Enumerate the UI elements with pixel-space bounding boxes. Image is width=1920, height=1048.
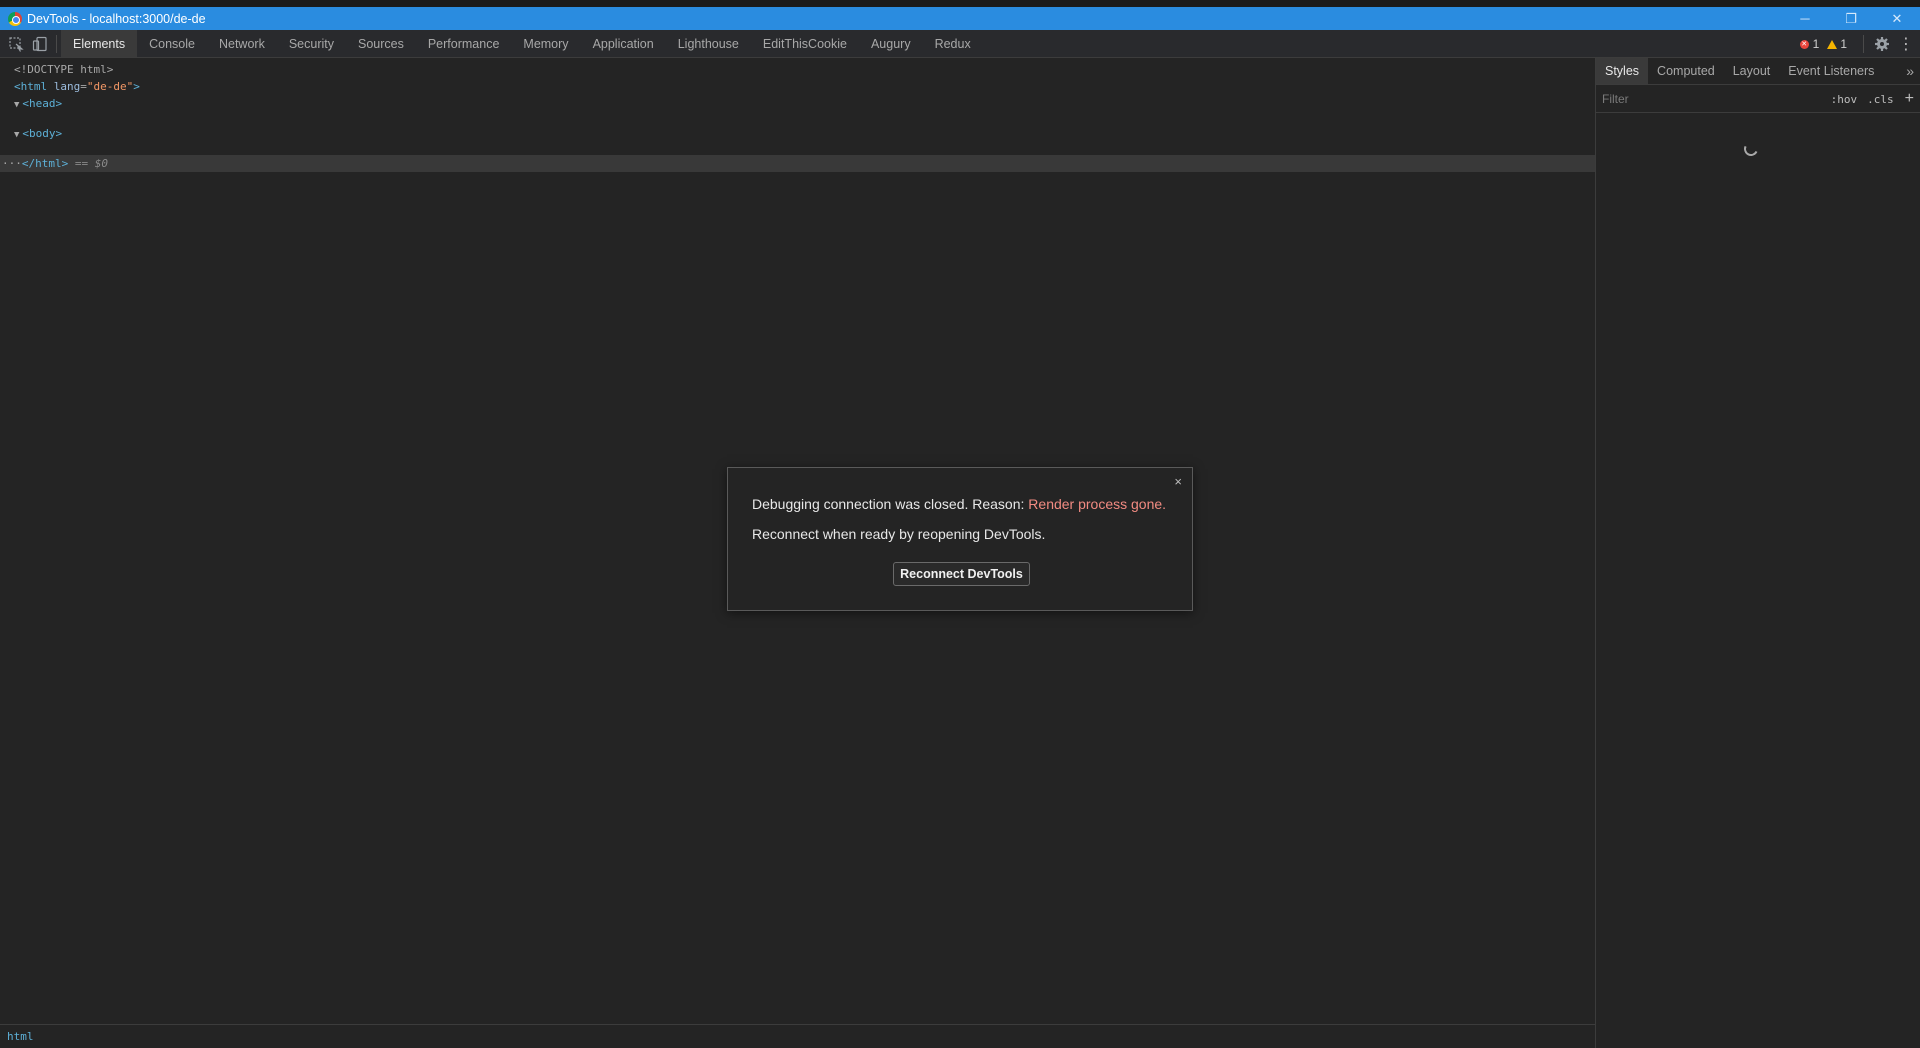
breadcrumb-html[interactable]: html xyxy=(7,1030,34,1043)
styles-filter-bar: :hov .cls + xyxy=(1596,85,1920,113)
more-options-icon[interactable]: ⋮ xyxy=(1894,32,1918,56)
error-count: 1 xyxy=(1812,37,1820,51)
tab-augury[interactable]: Augury xyxy=(859,30,923,57)
html-attr-value: "de-de" xyxy=(86,80,134,93)
toolbar-right: ✕ 1 1 ⋮ xyxy=(1799,30,1920,58)
warning-icon xyxy=(1827,39,1838,49)
inspect-element-icon[interactable] xyxy=(4,32,28,56)
restore-button[interactable]: ❐ xyxy=(1828,7,1874,30)
html-attr-equals: = xyxy=(80,80,87,93)
selected-node-row[interactable]: ···</html> == $0 xyxy=(0,155,1595,172)
device-toolbar-icon[interactable] xyxy=(28,32,52,56)
dialog-message-text: Debugging connection was closed. Reason: xyxy=(752,496,1029,512)
tab-memory[interactable]: Memory xyxy=(511,30,580,57)
tab-sources[interactable]: Sources xyxy=(346,30,416,57)
panel-tabs: Elements Console Network Security Sources Per… xyxy=(61,30,983,57)
top-strip xyxy=(0,0,1920,7)
hov-toggle[interactable]: :hov xyxy=(1826,93,1863,106)
tab-application[interactable]: Application xyxy=(581,30,666,57)
connection-closed-dialog: × Debugging connection was closed. Reaso… xyxy=(727,467,1193,611)
tab-elements[interactable]: Elements xyxy=(61,30,138,57)
new-style-rule-button[interactable]: + xyxy=(1899,90,1920,108)
tab-console[interactable]: Console xyxy=(137,30,207,57)
tab-redux[interactable]: Redux xyxy=(923,30,983,57)
styles-filter-input[interactable] xyxy=(1602,87,1802,110)
dialog-reason: Render process gone. xyxy=(1028,496,1167,512)
warning-count: 1 xyxy=(1840,37,1847,51)
tab-network[interactable]: Network xyxy=(207,30,277,57)
window-controls: ─ ❐ ✕ xyxy=(1782,7,1920,30)
filter-actions: :hov .cls + xyxy=(1826,85,1920,113)
dialog-close-icon[interactable]: × xyxy=(1174,474,1182,489)
body-tag: <body> xyxy=(22,127,63,140)
selected-marker: == $0 xyxy=(74,157,108,170)
reconnect-devtools-button[interactable]: Reconnect DevTools xyxy=(893,562,1030,586)
html-attr-name: lang xyxy=(53,80,81,93)
toolbar-separator-right xyxy=(1863,35,1864,53)
head-node[interactable]: ▼ <head> xyxy=(14,96,62,112)
title-bar: DevTools - localhost:3000/de-de ─ ❐ ✕ xyxy=(0,7,1920,30)
toolbar-separator xyxy=(56,34,57,53)
minimize-button[interactable]: ─ xyxy=(1782,7,1828,30)
sidebar-tab-computed[interactable]: Computed xyxy=(1648,58,1724,84)
sidebar-tabs: Styles Computed Layout Event Listeners » xyxy=(1596,58,1920,85)
issues-counter[interactable]: ✕ 1 1 xyxy=(1799,37,1847,51)
close-window-button[interactable]: ✕ xyxy=(1874,7,1920,30)
sidebar-tab-event-listeners[interactable]: Event Listeners xyxy=(1779,58,1883,84)
devtools-toolbar: Elements Console Network Security Sources Per… xyxy=(0,30,1920,58)
tab-security[interactable]: Security xyxy=(277,30,346,57)
sidebar-tab-layout[interactable]: Layout xyxy=(1724,58,1780,84)
tab-editthiscookie[interactable]: EditThisCookie xyxy=(751,30,859,57)
tab-performance[interactable]: Performance xyxy=(416,30,512,57)
settings-gear-icon[interactable] xyxy=(1870,32,1894,56)
body-node[interactable]: ▼ <body> xyxy=(14,126,62,142)
chrome-icon xyxy=(8,11,22,26)
dialog-message: Debugging connection was closed. Reason:… xyxy=(752,496,1166,512)
ellipsis-icon: ··· xyxy=(2,157,22,170)
html-node[interactable]: <html lang="de-de"> xyxy=(14,79,140,95)
expand-triangle-icon[interactable]: ▼ xyxy=(14,100,19,110)
sidebar-tab-styles[interactable]: Styles xyxy=(1596,58,1649,84)
html-open-tag: <html xyxy=(14,80,48,93)
doctype-node[interactable]: <!DOCTYPE html> xyxy=(14,62,113,78)
breadcrumb-bar: html xyxy=(0,1024,1595,1048)
expand-triangle-icon[interactable]: ▼ xyxy=(14,130,19,140)
html-close-bracket: > xyxy=(133,80,140,93)
error-icon: ✕ xyxy=(1799,39,1809,49)
window-title: DevTools - localhost:3000/de-de xyxy=(27,11,206,26)
sidebar-tab-list: Styles Computed Layout Event Listeners xyxy=(1596,58,1883,84)
tab-lighthouse[interactable]: Lighthouse xyxy=(666,30,751,57)
head-tag: <head> xyxy=(22,97,63,110)
html-close-tag: </html> xyxy=(21,157,69,170)
cls-toggle[interactable]: .cls xyxy=(1862,93,1899,106)
more-tabs-chevron-icon[interactable]: » xyxy=(1906,58,1914,84)
styles-sidebar: StylesComputedLayoutEvent Listeners » :h… xyxy=(1595,58,1920,1048)
dialog-hint: Reconnect when ready by reopening DevToo… xyxy=(752,526,1046,542)
